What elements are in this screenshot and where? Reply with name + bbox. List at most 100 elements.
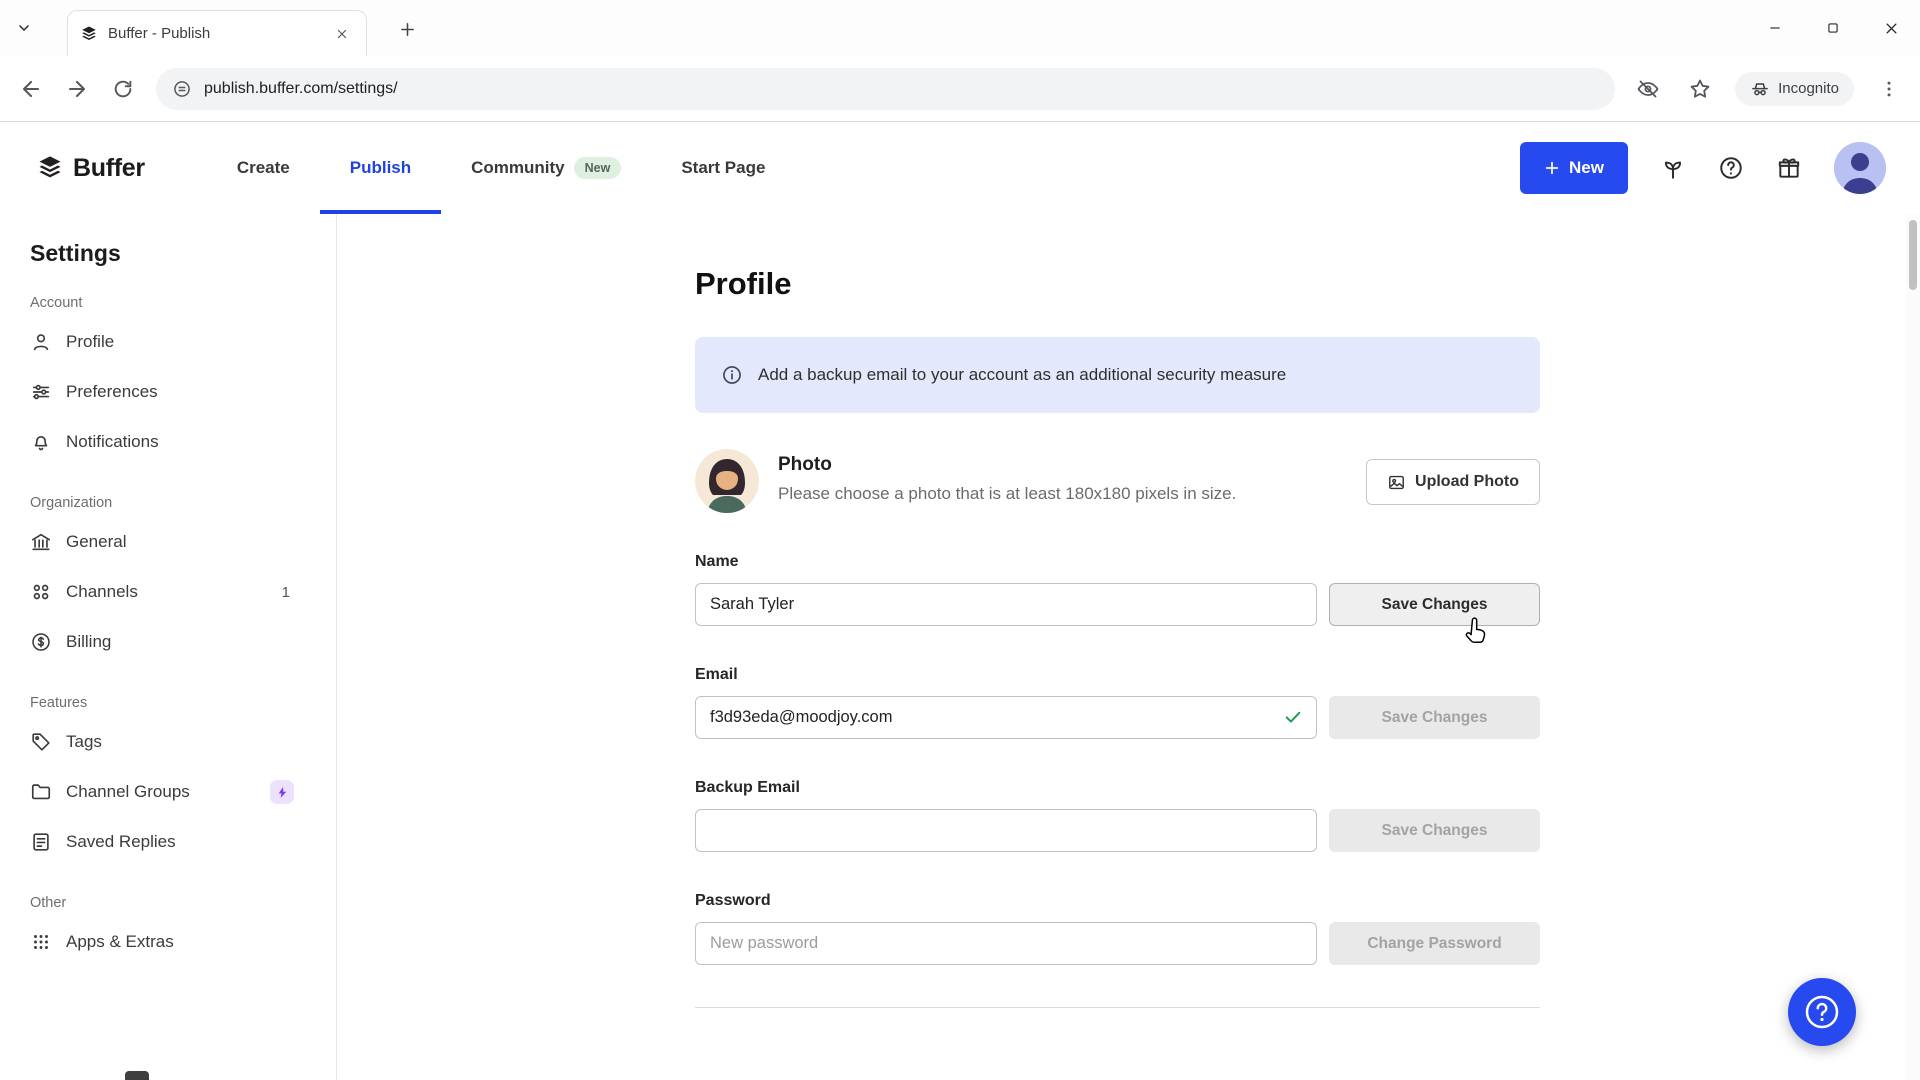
site-info-icon[interactable] xyxy=(172,79,192,99)
folder-icon xyxy=(30,781,52,803)
window-maximize-button[interactable] xyxy=(1804,0,1862,56)
help-fab-button[interactable] xyxy=(1788,978,1856,1046)
page-title: Profile xyxy=(695,266,1540,302)
save-email-button[interactable]: Save Changes xyxy=(1329,696,1540,739)
browser-chrome: Buffer - Publish xyxy=(0,0,1920,122)
sidebar-item-billing[interactable]: Billing xyxy=(30,617,312,667)
email-field-row: Save Changes xyxy=(695,696,1540,739)
channels-count-badge: 1 xyxy=(282,584,290,601)
sidebar-item-label: Tags xyxy=(66,732,102,752)
page-scrollbar[interactable] xyxy=(1906,214,1920,1080)
email-input[interactable] xyxy=(695,696,1317,739)
email-label: Email xyxy=(695,666,1540,684)
nav-tab-community-label: Community xyxy=(471,158,565,178)
section-label-organization: Organization xyxy=(30,495,312,511)
close-icon xyxy=(336,28,348,40)
browser-tab[interactable]: Buffer - Publish xyxy=(67,10,367,56)
building-icon xyxy=(30,531,52,553)
sidebar-item-channels[interactable]: Channels 1 xyxy=(30,567,312,617)
address-bar[interactable]: publish.buffer.com/settings/ xyxy=(156,68,1615,110)
chevron-down-icon xyxy=(16,20,32,36)
brand-name: Buffer xyxy=(73,154,145,183)
settings-sidebar: Settings Account Profile Preferences Not… xyxy=(0,214,337,1080)
sidebar-item-channel-groups[interactable]: Channel Groups xyxy=(30,767,312,817)
incognito-icon xyxy=(1750,79,1770,99)
sidebar-item-tags[interactable]: Tags xyxy=(30,717,312,767)
help-icon[interactable] xyxy=(1718,155,1744,181)
gift-icon[interactable] xyxy=(1776,155,1802,181)
sidebar-item-profile[interactable]: Profile xyxy=(30,317,312,367)
main-nav: Create Publish Community New Start Page xyxy=(207,122,796,214)
forward-button[interactable] xyxy=(56,68,98,110)
sidebar-title: Settings xyxy=(30,240,312,267)
new-post-button-label: New xyxy=(1569,158,1604,178)
password-input[interactable] xyxy=(695,922,1317,965)
tab-close-button[interactable] xyxy=(330,22,354,46)
save-name-button[interactable]: Save Changes xyxy=(1329,583,1540,626)
user-avatar[interactable] xyxy=(1834,142,1886,194)
new-post-button[interactable]: New xyxy=(1520,142,1628,194)
nav-tab-publish[interactable]: Publish xyxy=(320,122,441,214)
change-password-button[interactable]: Change Password xyxy=(1329,922,1540,965)
bolt-badge xyxy=(270,780,294,804)
new-tab-button[interactable] xyxy=(392,14,422,44)
incognito-badge: Incognito xyxy=(1735,72,1854,106)
backup-email-field-row: Save Changes xyxy=(695,809,1540,852)
sidebar-item-label: Channels xyxy=(66,582,138,602)
nav-tab-start-page[interactable]: Start Page xyxy=(651,122,795,214)
growth-plant-icon[interactable] xyxy=(1660,155,1686,181)
url-text: publish.buffer.com/settings/ xyxy=(204,80,398,98)
save-backup-email-button[interactable]: Save Changes xyxy=(1329,809,1540,852)
sidebar-item-label: Profile xyxy=(66,332,114,352)
nav-tab-community[interactable]: Community New xyxy=(441,122,651,214)
section-label-other: Other xyxy=(30,895,312,911)
name-input[interactable] xyxy=(695,583,1317,626)
section-divider xyxy=(695,1007,1540,1008)
buffer-logo[interactable]: Buffer xyxy=(36,154,145,183)
reload-button[interactable] xyxy=(102,68,144,110)
section-label-features: Features xyxy=(30,695,312,711)
backup-email-banner: Add a backup email to your account as an… xyxy=(695,337,1540,413)
image-icon xyxy=(1387,473,1406,492)
nav-tab-create-label: Create xyxy=(237,158,290,178)
nav-tab-publish-label: Publish xyxy=(350,158,411,178)
sidebar-item-notifications[interactable]: Notifications xyxy=(30,417,312,467)
tab-search-button[interactable] xyxy=(10,14,38,42)
scrollbar-thumb[interactable] xyxy=(1909,220,1917,290)
nav-tab-create[interactable]: Create xyxy=(207,122,320,214)
backup-email-label: Backup Email xyxy=(695,779,1540,797)
sidebar-item-label: Preferences xyxy=(66,382,158,402)
incognito-label: Incognito xyxy=(1778,80,1839,97)
window-close-button[interactable] xyxy=(1862,0,1920,56)
sidebar-item-apps-extras[interactable]: Apps & Extras xyxy=(30,917,312,967)
window-minimize-button[interactable] xyxy=(1746,0,1804,56)
sidebar-item-saved-replies[interactable]: Saved Replies xyxy=(30,817,312,867)
back-button[interactable] xyxy=(10,68,52,110)
tag-icon xyxy=(30,731,52,753)
apps-grid-icon xyxy=(30,931,52,953)
dollar-icon xyxy=(30,631,52,653)
sliders-icon xyxy=(30,381,52,403)
profile-photo xyxy=(695,449,759,513)
section-label-account: Account xyxy=(30,295,312,311)
browser-toolbar: publish.buffer.com/settings/ Incognito xyxy=(0,56,1920,121)
window-controls xyxy=(1746,0,1920,56)
backup-email-input[interactable] xyxy=(695,809,1317,852)
sidebar-item-general[interactable]: General xyxy=(30,517,312,567)
upload-photo-button-label: Upload Photo xyxy=(1415,473,1519,491)
question-icon xyxy=(1802,992,1842,1032)
bookmark-star-icon[interactable] xyxy=(1679,68,1721,110)
plus-icon xyxy=(1544,160,1560,176)
community-new-badge: New xyxy=(574,157,622,179)
name-label: Name xyxy=(695,553,1540,571)
tab-title: Buffer - Publish xyxy=(108,25,320,42)
main-content: Profile Add a backup email to your accou… xyxy=(337,214,1906,1080)
sidebar-item-preferences[interactable]: Preferences xyxy=(30,367,312,417)
header-actions: New xyxy=(1520,142,1886,194)
password-label: Password xyxy=(695,892,1540,910)
sidebar-item-label: General xyxy=(66,532,126,552)
sidebar-item-label: Apps & Extras xyxy=(66,932,174,952)
eye-off-icon[interactable] xyxy=(1627,68,1669,110)
browser-menu-button[interactable] xyxy=(1868,68,1910,110)
upload-photo-button[interactable]: Upload Photo xyxy=(1366,459,1540,505)
